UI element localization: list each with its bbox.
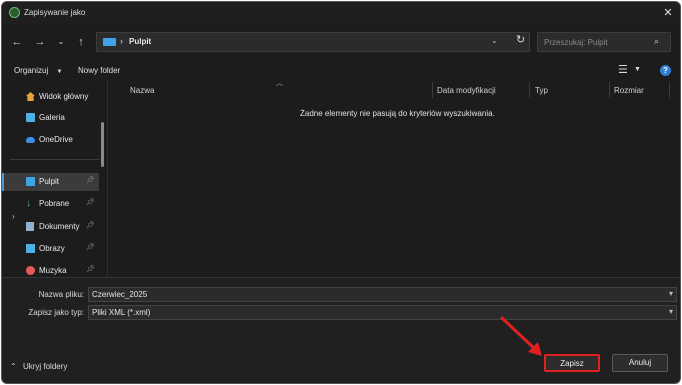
address-bar[interactable]: › Pulpit ⌄ (96, 32, 530, 52)
close-icon[interactable]: ✕ (660, 5, 676, 21)
download-icon: ↓ (26, 198, 31, 209)
sidebar-item-label: Pulpit (39, 177, 60, 186)
sidebar-item-home[interactable]: Widok główny (2, 88, 97, 106)
column-divider[interactable] (432, 82, 433, 98)
column-divider[interactable] (609, 82, 610, 98)
documents-icon (26, 222, 34, 231)
chevron-up-icon: ⌃ (10, 362, 17, 371)
empty-results-message: Żadne elementy nie pasują do kryteriów w… (300, 109, 495, 118)
sidebar-item-desktop[interactable]: Pulpit 📌︎ (2, 173, 99, 191)
pin-icon[interactable]: 📌︎ (86, 265, 95, 273)
sidebar-item-downloads[interactable]: ↓ Pobrane 📌︎ (2, 195, 97, 213)
column-header-type[interactable]: Typ (535, 86, 548, 95)
window-title: Zapisywanie jako (24, 8, 86, 17)
filetype-value: Pliki XML (*.xml) (92, 308, 151, 317)
filename-label: Nazwa pliku: (38, 290, 84, 299)
pin-icon[interactable]: 📌︎ (86, 176, 95, 184)
cancel-button[interactable]: Anuluj (612, 354, 668, 372)
sidebar-item-label: OneDrive (39, 135, 73, 144)
gallery-icon (26, 113, 35, 122)
chevron-down-icon: ▼ (56, 69, 63, 75)
organize-button[interactable]: Organizuj ▼ (14, 66, 62, 75)
sidebar-item-label: Galeria (39, 113, 65, 122)
search-icon[interactable]: ⌕ (654, 36, 659, 47)
chevron-right-icon: › (120, 36, 123, 46)
sidebar-divider (10, 159, 100, 160)
cloud-icon (26, 137, 35, 143)
save-button[interactable]: Zapisz (544, 354, 600, 372)
pin-icon[interactable]: 📌︎ (86, 198, 95, 206)
pictures-icon (26, 244, 35, 253)
sidebar-scrollbar[interactable] (101, 122, 104, 167)
title-bar: Zapisywanie jako ✕ (2, 2, 680, 24)
app-icon (9, 7, 20, 18)
pin-icon[interactable]: 📌︎ (86, 221, 95, 229)
sidebar-item-gallery[interactable]: Galeria (2, 109, 97, 127)
column-divider[interactable] (669, 82, 670, 98)
column-header-size[interactable]: Rozmiar (614, 86, 644, 95)
chevron-down-icon[interactable]: ▾ (669, 307, 673, 316)
sidebar-item-label: Pobrane (39, 199, 70, 208)
sidebar-item-label: Dokumenty (39, 222, 80, 231)
address-history-chevron-icon[interactable]: ⌄ (491, 36, 498, 45)
view-options-icon[interactable]: ☰ (618, 63, 628, 76)
organize-label: Organizuj (14, 66, 49, 75)
desktop-folder-icon (26, 177, 35, 186)
pin-icon[interactable]: 📌︎ (86, 243, 95, 251)
chevron-down-icon[interactable]: ⌄ (54, 35, 68, 49)
arrow-right-icon[interactable]: → (33, 35, 47, 49)
chevron-down-icon[interactable]: ▼ (634, 66, 641, 73)
address-path[interactable]: Pulpit (129, 37, 151, 46)
sidebar-item-label: Widok główny (39, 92, 89, 101)
home-icon (26, 92, 35, 101)
refresh-icon[interactable]: ↻ (516, 33, 525, 46)
search-input[interactable]: Przeszukaj: Pulpit (544, 38, 608, 47)
sort-chevron-icon: ︿ (276, 80, 283, 87)
sidebar-item-label: Obrazy (39, 244, 65, 253)
save-as-dialog: Zapisywanie jako ✕ ← → ⌄ ↑ › Pulpit ⌄ ↻ … (1, 1, 681, 384)
filetype-select[interactable]: Pliki XML (*.xml) ▾ (88, 305, 677, 320)
column-divider[interactable] (529, 82, 530, 98)
filename-field[interactable]: Czerwiec_2025 ▾ (88, 287, 677, 302)
search-box[interactable]: Przeszukaj: Pulpit ⌕ (537, 32, 671, 52)
column-header-date-modified[interactable]: Data modyfikacji (437, 86, 496, 95)
arrow-left-icon[interactable]: ← (10, 35, 24, 49)
hide-folders-label: Ukryj foldery (22, 362, 68, 371)
pane-divider (107, 80, 108, 277)
chevron-down-icon[interactable]: ▾ (669, 289, 673, 298)
desktop-folder-icon (103, 38, 116, 46)
navigation-pane: Widok główny Galeria › OneDrive Pulpit 📌… (2, 80, 105, 277)
new-folder-button[interactable]: Nowy folder (78, 66, 120, 75)
music-icon (26, 266, 35, 275)
hide-folders-button[interactable]: ⌃ Ukryj foldery (10, 362, 67, 371)
filename-input[interactable]: Czerwiec_2025 (92, 290, 147, 299)
filetype-label: Zapisz jako typ: (28, 308, 84, 317)
sidebar-item-documents[interactable]: Dokumenty 📌︎ (2, 218, 97, 236)
help-icon[interactable]: ? (660, 65, 671, 76)
sidebar-item-label: Muzyka (39, 266, 67, 275)
column-header-name[interactable]: Nazwa (130, 86, 154, 95)
arrow-up-icon[interactable]: ↑ (74, 35, 88, 49)
sidebar-item-onedrive[interactable]: OneDrive (2, 131, 97, 149)
sidebar-item-pictures[interactable]: Obrazy 📌︎ (2, 240, 97, 258)
